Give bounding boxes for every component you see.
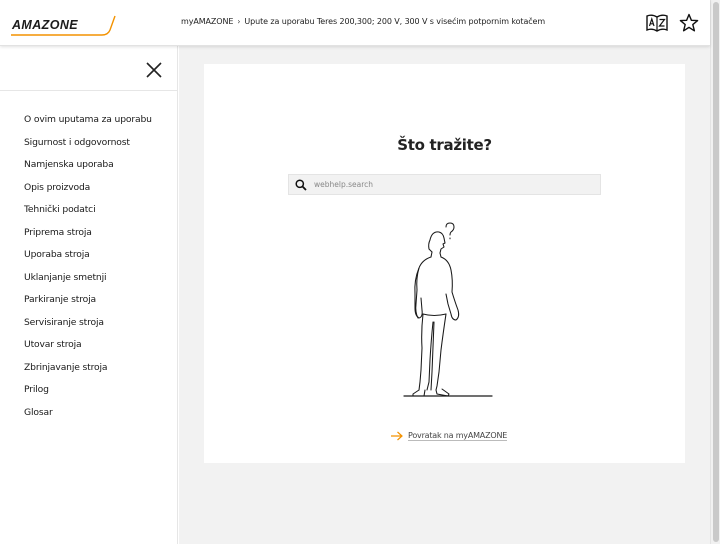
- breadcrumb: myAMAZONE › Upute za uporabu Teres 200,300…: [181, 17, 545, 26]
- wondering-man-illustration: [403, 222, 493, 397]
- logo-swoosh-icon: [11, 15, 116, 36]
- back-to-myamazone-link[interactable]: Povratak na myAMAZONE: [390, 431, 507, 441]
- sidebar-item-servisiranje-stroja[interactable]: Servisiranje stroja: [0, 312, 178, 335]
- sidebar-item-utovar-stroja[interactable]: Utovar stroja: [0, 334, 178, 357]
- sidebar-item-prilog[interactable]: Prilog: [0, 379, 178, 402]
- sidebar-item-namjenska-uporaba[interactable]: Namjenska uporaba: [0, 154, 178, 177]
- arrow-right-icon: [391, 431, 403, 441]
- sidebar-item-opis-proizvoda[interactable]: Opis proizvoda: [0, 177, 178, 200]
- sidebar-header: [0, 46, 177, 91]
- sidebar-item-zbrinjavanje-stroja[interactable]: Zbrinjavanje stroja: [0, 357, 178, 380]
- sidebar-item-priprema-stroja[interactable]: Priprema stroja: [0, 222, 178, 245]
- breadcrumb-separator: ›: [237, 17, 241, 26]
- sidebar-nav: O ovim uputama za uporabu Sigurnost i od…: [0, 109, 178, 424]
- sidebar-item-uklanjanje-smetnji[interactable]: Uklanjanje smetnji: [0, 267, 178, 290]
- sidebar-item-uporaba-stroja[interactable]: Uporaba stroja: [0, 244, 178, 267]
- breadcrumb-item-current: Upute za uporabu Teres 200,300; 200 V, 3…: [244, 17, 546, 26]
- sidebar: O ovim uputama za uporabu Sigurnost i od…: [0, 46, 178, 544]
- search-icon: [295, 179, 307, 191]
- star-icon[interactable]: [678, 12, 700, 34]
- search-box[interactable]: [288, 174, 601, 195]
- main-content: Što tražite? webhelp.search Povratak na …: [179, 46, 710, 544]
- sidebar-item-sigurnost[interactable]: Sigurnost i odgovornost: [0, 132, 178, 155]
- scrollbar-thumb[interactable]: [713, 2, 719, 542]
- page-title: Što tražite?: [397, 136, 492, 154]
- page-scrollbar[interactable]: [710, 0, 720, 544]
- translate-icon[interactable]: [646, 12, 668, 34]
- header: AMAZONE myAMAZONE › Upute za uporabu Teres…: [0, 0, 710, 46]
- search-input[interactable]: [314, 175, 594, 194]
- sidebar-item-tehnicki-podatci[interactable]: Tehnički podatci: [0, 199, 178, 222]
- sidebar-item-o-ovim-uputama[interactable]: O ovim uputama za uporabu: [0, 109, 178, 132]
- sidebar-item-parkiranje-stroja[interactable]: Parkiranje stroja: [0, 289, 178, 312]
- sidebar-item-glosar[interactable]: Glosar: [0, 402, 178, 425]
- breadcrumb-item-myamazone[interactable]: myAMAZONE: [181, 17, 233, 26]
- amazone-logo[interactable]: AMAZONE: [10, 13, 116, 37]
- search-card: Što tražite? webhelp.search Povratak na …: [204, 64, 685, 463]
- close-icon[interactable]: [144, 60, 164, 80]
